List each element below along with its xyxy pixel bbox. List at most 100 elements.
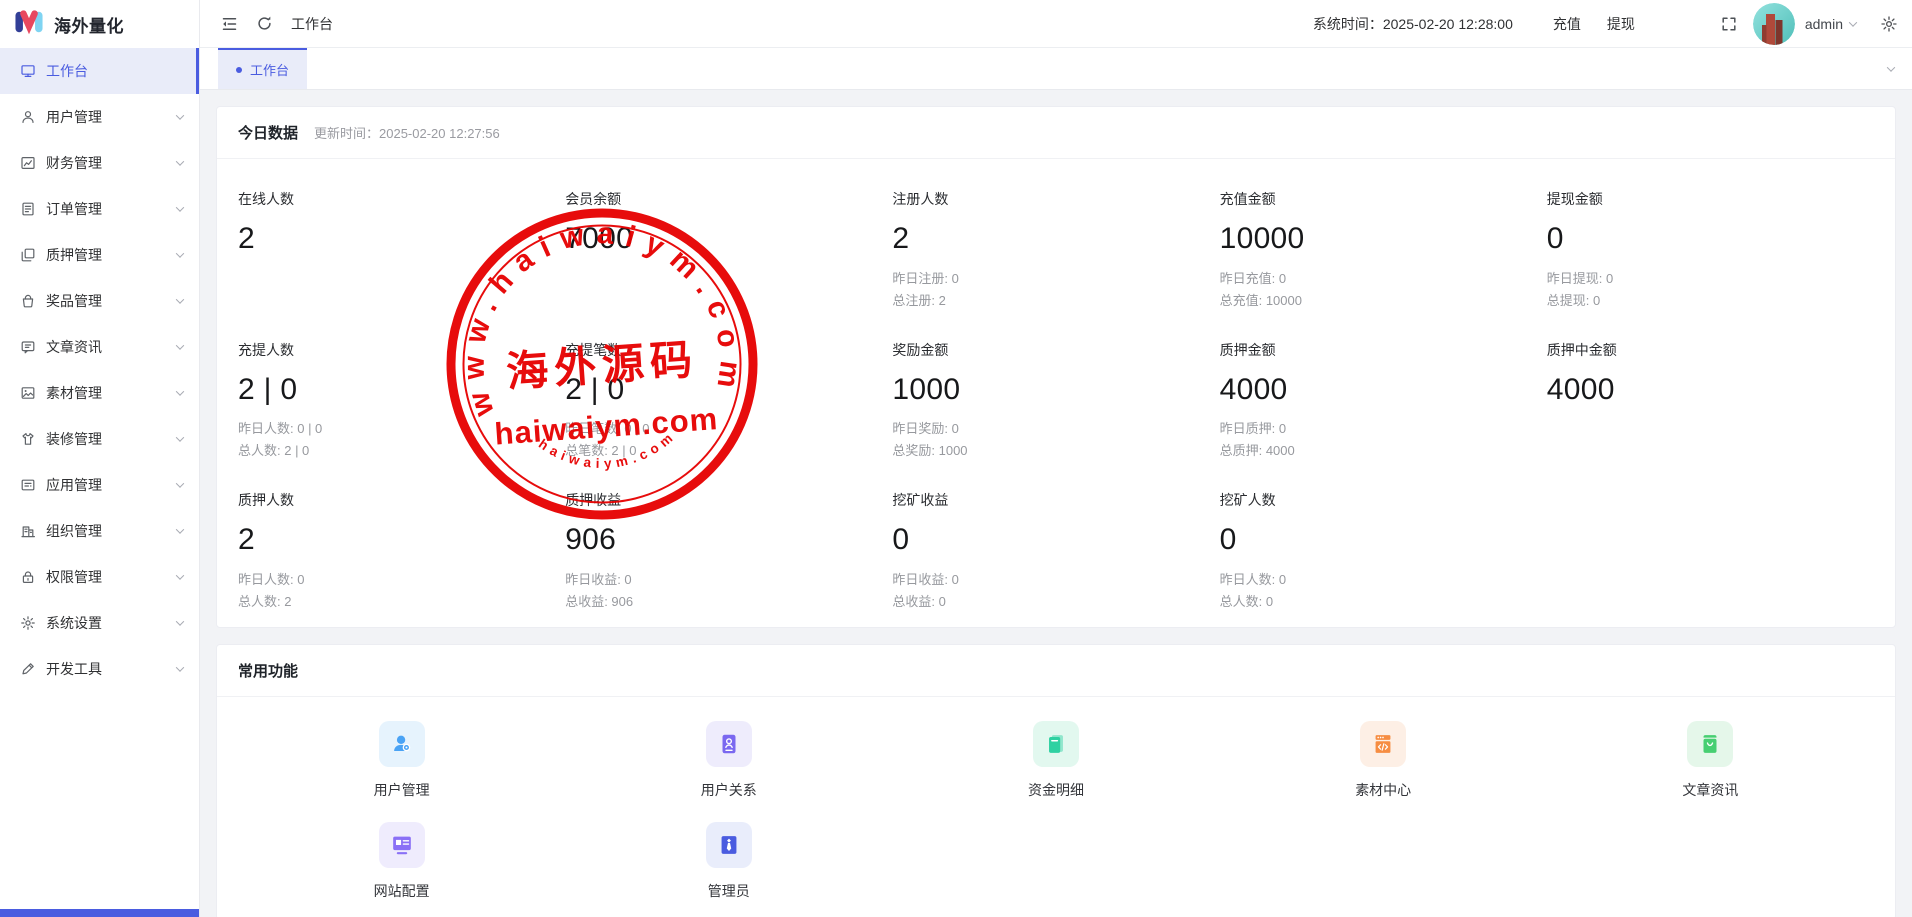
- breadcrumb: 工作台: [291, 14, 333, 34]
- sidebar-item-4[interactable]: 质押管理: [0, 232, 199, 278]
- shortcut-3[interactable]: 素材中心: [1355, 721, 1411, 800]
- sidebar-item-11[interactable]: 权限管理: [0, 554, 199, 600]
- stat-subtext: 昨日提现: 0: [1547, 268, 1874, 290]
- stat-subtext: 总收益: 906: [565, 591, 892, 613]
- pledge-copy-icon: [20, 247, 36, 263]
- chevron-down-icon: [1849, 18, 1857, 26]
- settings-gear-icon: [20, 615, 36, 631]
- stat-subtext: 昨日充值: 0: [1220, 268, 1547, 290]
- sidebar-item-label: 文章资讯: [46, 337, 102, 357]
- chevron-down-icon: [176, 387, 184, 395]
- stat-subtext: 总收益: 0: [892, 591, 1219, 613]
- sidebar-item-3[interactable]: 订单管理: [0, 186, 199, 232]
- stat-subtext: 昨日人数: 0 | 0: [238, 418, 565, 440]
- siteconfig-shortcut-icon: [379, 822, 425, 868]
- stat-subs: 昨日笔数: 0 | 0总笔数: 2 | 0: [565, 418, 892, 462]
- stat-subs: 昨日质押: 0总质押: 4000: [1220, 418, 1547, 462]
- sidebar-menu: 工作台用户管理财务管理订单管理质押管理奖品管理文章资讯素材管理装修管理应用管理组…: [0, 48, 199, 692]
- stat-cell: 挖矿收益0昨日收益: 0总收益: 0: [892, 490, 1219, 613]
- recharge-button[interactable]: 充值: [1553, 14, 1581, 34]
- tab-list-chevron-icon[interactable]: [1887, 63, 1895, 71]
- stat-label: 充值金额: [1220, 189, 1547, 209]
- avatar[interactable]: [1753, 3, 1795, 45]
- sidebar-item-0[interactable]: 工作台: [0, 48, 199, 94]
- sidebar-item-1[interactable]: 用户管理: [0, 94, 199, 140]
- main-column: 工作台 系统时间：2025-02-20 12:28:00 充值 提现: [200, 0, 1912, 917]
- stat-cell: 质押人数2昨日人数: 0总人数: 2: [238, 490, 565, 613]
- stat-subs: 昨日人数: 0 | 0总人数: 2 | 0: [238, 418, 565, 462]
- stat-subs: 昨日收益: 0总收益: 906: [565, 569, 892, 613]
- shortcut-label: 素材中心: [1355, 780, 1411, 800]
- today-card-header: 今日数据 更新时间：2025-02-20 12:27:56: [217, 107, 1895, 159]
- active-tab-dot-icon: [236, 67, 242, 73]
- perm-lock-icon: [20, 569, 36, 585]
- stat-subtext: 总奖励: 1000: [892, 440, 1219, 462]
- stat-cell: 充提人数2 | 0昨日人数: 0 | 0总人数: 2 | 0: [238, 340, 565, 463]
- sidebar-item-12[interactable]: 系统设置: [0, 600, 199, 646]
- stat-subs: 昨日充值: 0总充值: 10000: [1220, 268, 1547, 312]
- stat-label: 会员余额: [565, 189, 892, 209]
- stat-label: 注册人数: [892, 189, 1219, 209]
- shortcut-1[interactable]: 用户关系: [701, 721, 757, 800]
- fullscreen-icon[interactable]: [1721, 16, 1737, 32]
- settings-gear-icon[interactable]: [1880, 15, 1898, 33]
- sidebar-item-13[interactable]: 开发工具: [0, 646, 199, 692]
- stat-subtext: 昨日奖励: 0: [892, 418, 1219, 440]
- sidebar-item-10[interactable]: 组织管理: [0, 508, 199, 554]
- sidebar-item-9[interactable]: 应用管理: [0, 462, 199, 508]
- stat-label: 充提人数: [238, 340, 565, 360]
- sidebar: 海外量化 工作台用户管理财务管理订单管理质押管理奖品管理文章资讯素材管理装修管理…: [0, 0, 200, 917]
- stat-subtext: 总充值: 10000: [1220, 290, 1547, 312]
- withdraw-button[interactable]: 提现: [1607, 14, 1635, 34]
- shortcut-2[interactable]: 资金明细: [1028, 721, 1084, 800]
- stat-subtext: 总质押: 4000: [1220, 440, 1547, 462]
- sidebar-item-2[interactable]: 财务管理: [0, 140, 199, 186]
- stat-subtext: 昨日收益: 0: [565, 569, 892, 591]
- sidebar-item-label: 质押管理: [46, 245, 102, 265]
- chevron-down-icon: [176, 111, 184, 119]
- system-time: 系统时间：2025-02-20 12:28:00: [1313, 14, 1513, 34]
- chevron-down-icon: [176, 157, 184, 165]
- sidebar-item-label: 组织管理: [46, 521, 102, 541]
- funds-shortcut-icon: [1033, 721, 1079, 767]
- collapse-sidebar-icon[interactable]: [220, 16, 238, 32]
- sidebar-bottom-bar: [0, 909, 199, 917]
- sidebar-item-5[interactable]: 奖品管理: [0, 278, 199, 324]
- refresh-icon[interactable]: [256, 15, 273, 32]
- stat-subtext: 昨日人数: 0: [1220, 569, 1547, 591]
- shortcut-4[interactable]: 文章资讯: [1682, 721, 1738, 800]
- admin-shortcut-icon: [706, 822, 752, 868]
- stat-subtext: 总提现: 0: [1547, 290, 1874, 312]
- today-data-card: 今日数据 更新时间：2025-02-20 12:27:56 在线人数2会员余额7…: [216, 106, 1896, 628]
- today-card-title: 今日数据: [238, 122, 298, 143]
- stat-value: 4000: [1547, 373, 1874, 408]
- app-title: 海外量化: [54, 12, 124, 37]
- material-shortcut-icon: [1360, 721, 1406, 767]
- stat-value: 0: [892, 523, 1219, 558]
- tab-workbench[interactable]: 工作台: [218, 48, 307, 89]
- user-menu[interactable]: admin: [1805, 16, 1856, 32]
- shortcut-0[interactable]: 用户管理: [374, 721, 430, 800]
- user-icon: [20, 109, 36, 125]
- stat-value: 2: [892, 222, 1219, 257]
- stat-subtext: 总笔数: 2 | 0: [565, 440, 892, 462]
- chevron-down-icon: [176, 341, 184, 349]
- stat-cell: 充值金额10000昨日充值: 0总充值: 10000: [1220, 189, 1547, 312]
- stat-label: 质押收益: [565, 490, 892, 510]
- order-doc-icon: [20, 201, 36, 217]
- shortcut-6[interactable]: 管理员: [706, 822, 752, 901]
- stat-subtext: 总人数: 2: [238, 591, 565, 613]
- sidebar-item-6[interactable]: 文章资讯: [0, 324, 199, 370]
- stat-value: 1000: [892, 373, 1219, 408]
- tab-label: 工作台: [250, 60, 289, 79]
- shortcut-5[interactable]: 网站配置: [374, 822, 430, 901]
- chevron-down-icon: [176, 295, 184, 303]
- chevron-down-icon: [176, 249, 184, 257]
- sidebar-item-8[interactable]: 装修管理: [0, 416, 199, 462]
- stat-label: 充提笔数: [565, 340, 892, 360]
- decor-shirt-icon: [20, 431, 36, 447]
- sidebar-item-7[interactable]: 素材管理: [0, 370, 199, 416]
- sidebar-item-label: 应用管理: [46, 475, 102, 495]
- content-area: 今日数据 更新时间：2025-02-20 12:27:56 在线人数2会员余额7…: [200, 90, 1912, 917]
- shortcuts-card-title: 常用功能: [238, 660, 298, 681]
